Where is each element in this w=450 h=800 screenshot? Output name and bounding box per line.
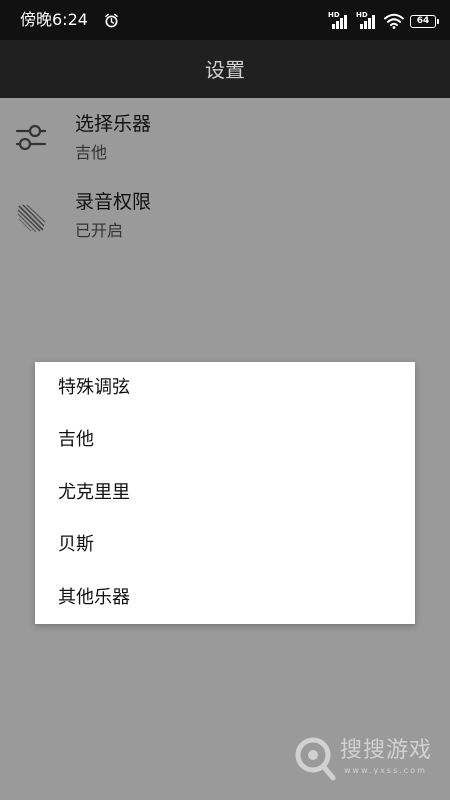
page-title: 设置 [205,58,245,82]
setting-title: 选择乐器 [75,113,152,135]
option-bass[interactable]: 贝斯 [35,519,415,571]
option-label: 其他乐器 [58,587,130,608]
option-guitar[interactable]: 吉他 [35,414,415,466]
instrument-picker-dialog: 特殊调弦 吉他 尤克里里 贝斯 其他乐器 [35,362,415,624]
alarm-clock-icon [105,13,118,28]
option-other-instrument[interactable]: 其他乐器 [35,572,415,624]
setting-value: 吉他 [75,143,108,162]
status-icons: HD HD 64 [328,11,439,30]
cellular-signal-icon: HD [328,11,350,29]
option-label: 吉他 [58,429,94,450]
sliders-icon [15,124,47,151]
setting-value: 已开启 [75,221,124,240]
setting-row-instrument[interactable]: 选择乐器 吉他 [0,98,450,176]
watermark-text: 搜搜游戏 [340,738,433,763]
status-time: 傍晚6:24 [20,10,88,29]
app-bar: 设置 [0,40,450,98]
cellular-signal-icon-2: HD [356,11,378,29]
option-ukulele[interactable]: 尤克里里 [35,467,415,519]
wifi-icon [384,13,404,29]
option-label: 特殊调弦 [58,377,130,398]
option-special-tuning[interactable]: 特殊调弦 [35,362,415,414]
watermark: 搜搜游戏 www.yxss.com [294,736,444,782]
search-logo-icon [295,737,336,781]
option-label: 贝斯 [58,534,94,555]
microphone-stripes-icon [17,204,46,233]
setting-title: 录音权限 [75,191,152,213]
battery-level: 64 [416,15,430,26]
status-bar: 傍晚6:24 HD HD 64 [0,0,450,40]
watermark-url: www.yxss.com [344,766,427,775]
option-label: 尤克里里 [58,482,130,503]
battery-icon: 64 [410,14,439,28]
setting-row-record-permission[interactable]: 录音权限 已开启 [0,176,450,254]
